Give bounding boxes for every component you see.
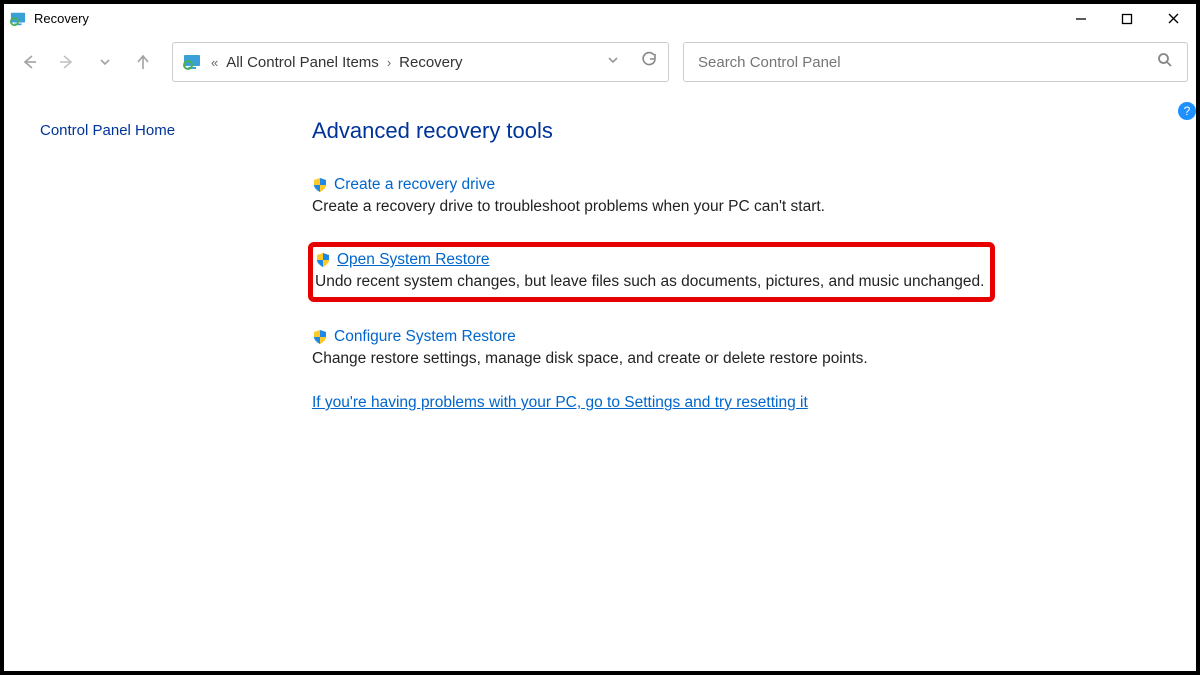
address-dropdown-icon[interactable] — [606, 53, 620, 71]
window-title: Recovery — [34, 11, 89, 26]
back-button[interactable] — [18, 51, 40, 73]
breadcrumb-parent[interactable]: All Control Panel Items — [226, 54, 379, 71]
shield-icon — [315, 252, 331, 268]
breadcrumb-overflow-icon[interactable]: « — [211, 55, 218, 70]
sidebar: Control Panel Home — [4, 90, 264, 671]
search-bar[interactable] — [683, 42, 1188, 82]
reset-pc-link[interactable]: If you're having problems with your PC, … — [312, 394, 995, 412]
main-panel: Advanced recovery tools Create a recover… — [264, 90, 1025, 671]
chevron-right-icon: › — [387, 55, 391, 70]
open-system-restore-link[interactable]: Open System Restore — [337, 251, 489, 269]
control-panel-home-link[interactable]: Control Panel Home — [40, 122, 175, 139]
close-button[interactable] — [1150, 4, 1196, 34]
shield-icon — [312, 177, 328, 193]
configure-system-restore-link[interactable]: Configure System Restore — [334, 328, 516, 346]
search-icon[interactable] — [1157, 52, 1173, 73]
tool-configure-system-restore: Configure System Restore Change restore … — [312, 328, 995, 368]
maximize-button[interactable] — [1104, 4, 1150, 34]
open-system-restore-desc: Undo recent system changes, but leave fi… — [315, 273, 984, 291]
refresh-button[interactable] — [640, 51, 658, 73]
page-heading: Advanced recovery tools — [312, 118, 995, 144]
window-controls — [1058, 4, 1196, 34]
configure-system-restore-desc: Change restore settings, manage disk spa… — [312, 350, 995, 368]
title-bar: Recovery — [4, 4, 1196, 34]
breadcrumb-current[interactable]: Recovery — [399, 54, 462, 71]
recovery-app-icon — [10, 11, 28, 27]
create-recovery-drive-desc: Create a recovery drive to troubleshoot … — [312, 198, 995, 216]
nav-arrows — [18, 51, 154, 73]
tool-open-system-restore: Open System Restore Undo recent system c… — [312, 242, 995, 302]
address-bar[interactable]: « All Control Panel Items › Recovery — [172, 42, 669, 82]
forward-button[interactable] — [56, 51, 78, 73]
minimize-button[interactable] — [1058, 4, 1104, 34]
up-button[interactable] — [132, 51, 154, 73]
toolbar: « All Control Panel Items › Recovery — [4, 34, 1196, 90]
highlight-annotation: Open System Restore Undo recent system c… — [308, 242, 995, 302]
tool-create-recovery-drive: Create a recovery drive Create a recover… — [312, 176, 995, 216]
control-panel-icon — [183, 53, 203, 71]
create-recovery-drive-link[interactable]: Create a recovery drive — [334, 176, 495, 194]
content-area: Control Panel Home Advanced recovery too… — [4, 90, 1196, 671]
recent-dropdown-icon[interactable] — [94, 51, 116, 73]
search-input[interactable] — [698, 54, 1157, 71]
shield-icon — [312, 329, 328, 345]
